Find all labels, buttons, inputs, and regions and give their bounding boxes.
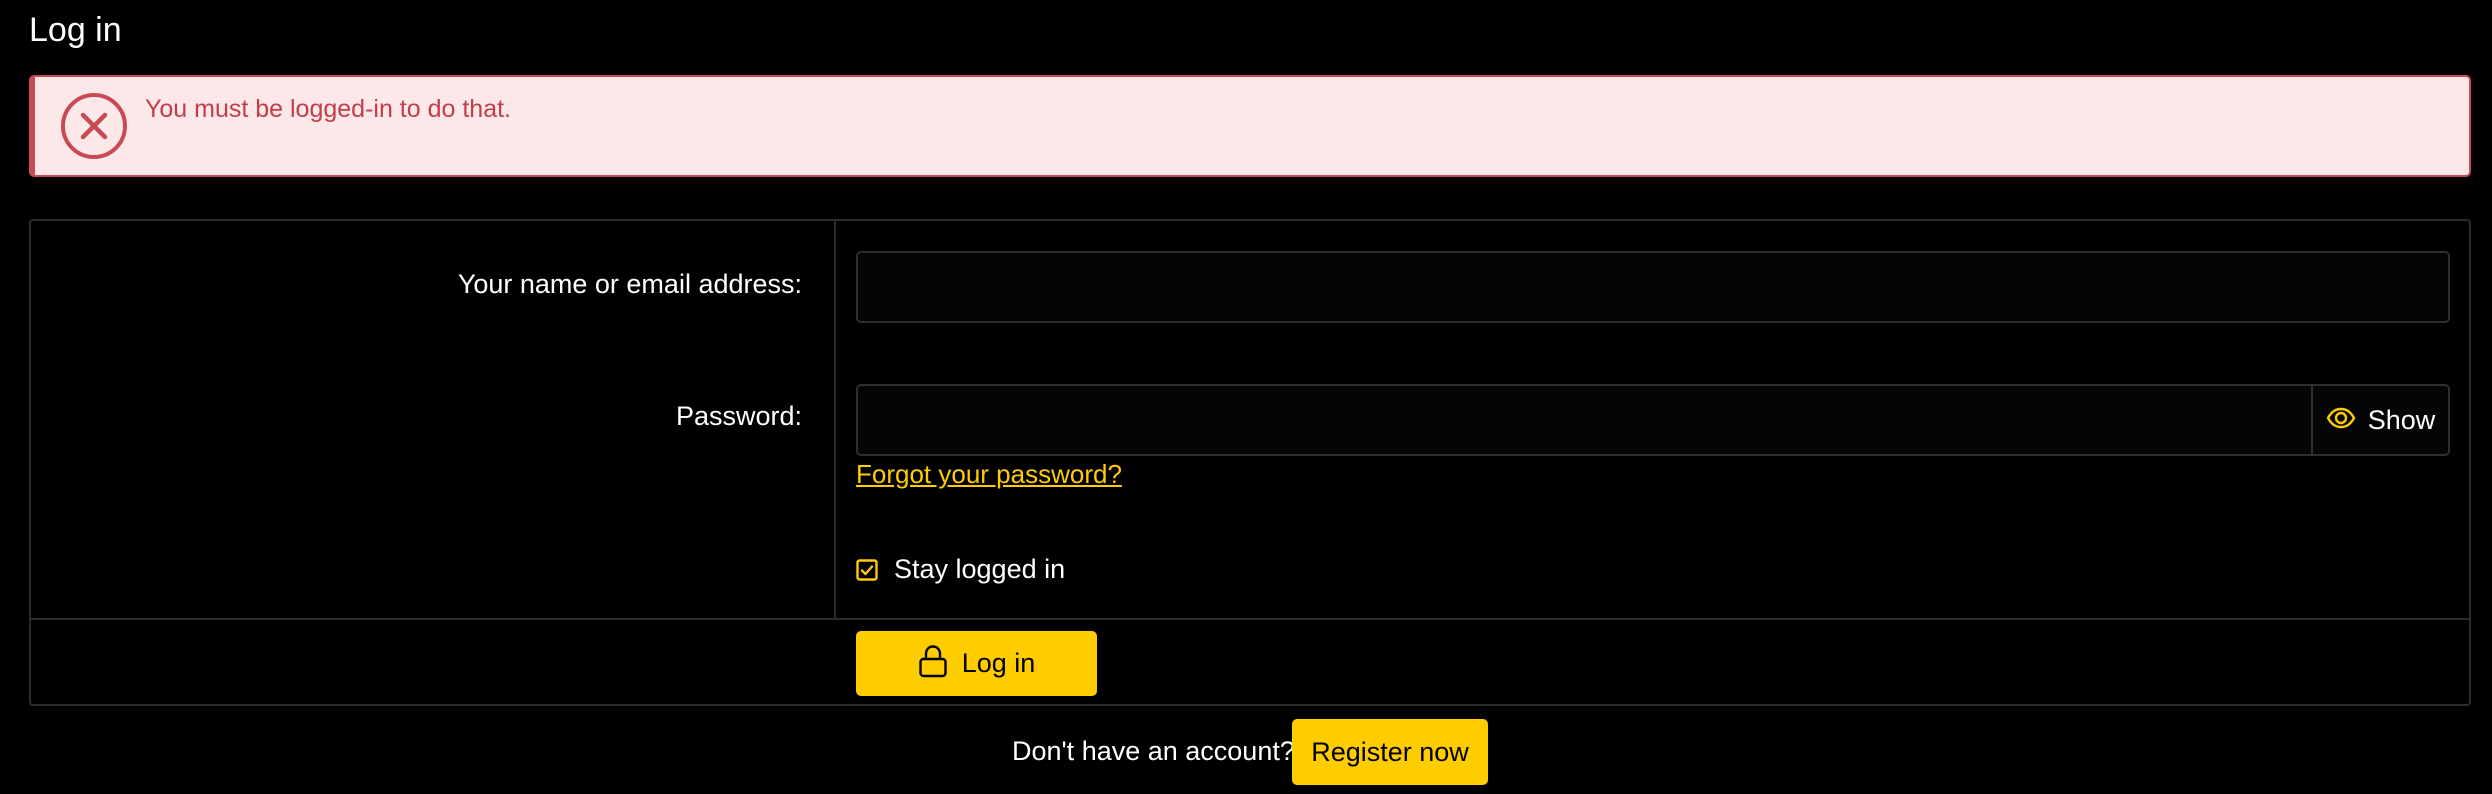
- alert-message: You must be logged-in to do that.: [145, 95, 512, 123]
- password-input[interactable]: [856, 384, 2313, 456]
- show-password-label: Show: [2367, 404, 2436, 435]
- forgot-password-link[interactable]: Forgot your password?: [856, 459, 1122, 490]
- no-account-text: Don't have an account?: [1012, 736, 1295, 766]
- name-email-label: Your name or email address:: [457, 269, 802, 299]
- register-row: Don't have an account? Register now: [0, 719, 2492, 785]
- show-password-button[interactable]: Show: [2311, 384, 2450, 456]
- log-in-label: Log in: [961, 648, 1036, 678]
- register-now-button[interactable]: Register now: [1292, 719, 1488, 785]
- login-page: Log in You must be logged-in to do that.…: [0, 0, 2492, 794]
- form-divider: [31, 618, 2469, 620]
- eye-icon: [2326, 407, 2356, 434]
- password-label: Password:: [675, 401, 802, 431]
- stay-logged-in-label: Stay logged in: [894, 554, 1066, 584]
- lock-icon: [918, 644, 948, 683]
- register-now-label: Register now: [1311, 736, 1469, 767]
- error-alert: You must be logged-in to do that.: [29, 75, 2471, 177]
- checkbox-checked-icon[interactable]: [856, 558, 878, 581]
- log-in-button[interactable]: Log in: [856, 631, 1097, 696]
- stay-logged-in-checkbox[interactable]: Stay logged in: [856, 554, 1065, 585]
- login-form: Your name or email address: Password: Sh…: [29, 219, 2471, 706]
- error-circle-x-icon: [59, 91, 129, 161]
- name-email-input[interactable]: [856, 251, 2450, 323]
- page-title: Log in: [29, 11, 122, 49]
